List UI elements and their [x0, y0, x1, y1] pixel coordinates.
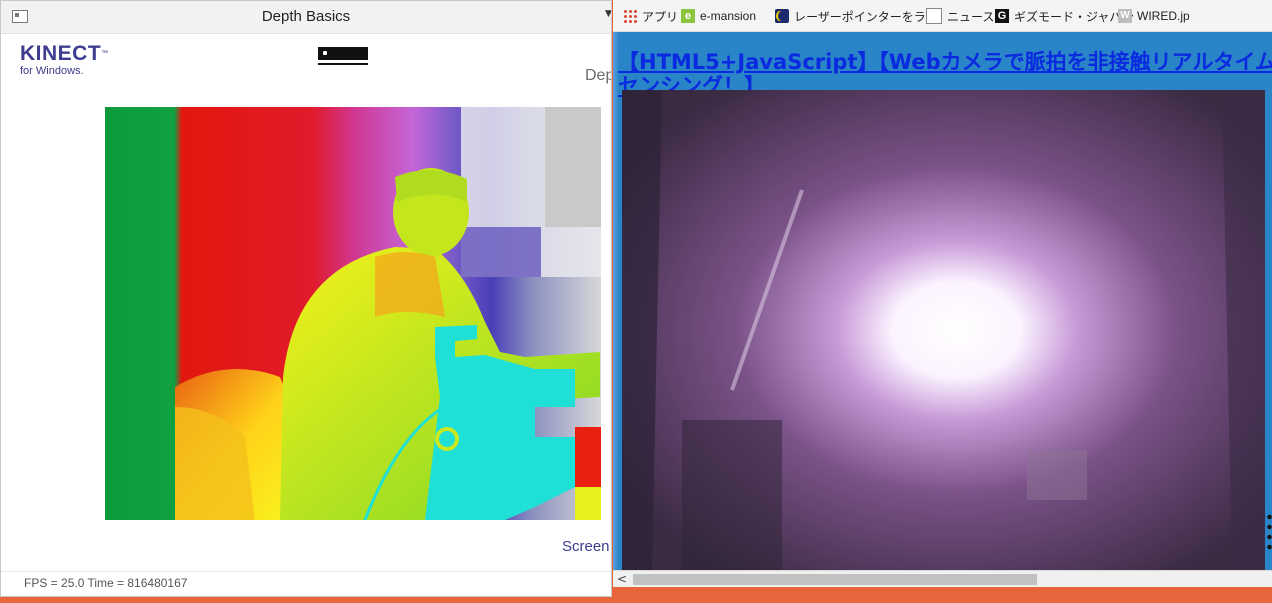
kinect-logo-tm: ™ — [101, 50, 109, 57]
bookmark-label: e-mansion — [700, 9, 757, 23]
horizontal-scrollbar[interactable]: < — [613, 570, 1272, 588]
scrollbar-thumb[interactable] — [633, 574, 1037, 585]
bookmark-wired[interactable]: W WIRED.jp — [1118, 8, 1190, 24]
bookmark-gizmodo[interactable]: G ギズモード・ジャパン — [995, 8, 1134, 24]
bookmark-apps[interactable]: アプリ — [623, 8, 678, 24]
apps-grid-icon — [623, 9, 637, 23]
news-icon — [926, 8, 942, 24]
window-title: Depth Basics — [261, 8, 351, 25]
kinect-logo-sub-tm: . — [80, 65, 84, 77]
status-text: FPS = 25.0 Time = 816480167 — [24, 576, 188, 590]
depth-basics-window: Depth Basics ▼ KINECT™ for Windows. Dep — [0, 0, 612, 597]
moon-icon — [775, 9, 789, 23]
wired-icon: W — [1118, 9, 1132, 23]
scroll-indicator — [1267, 512, 1272, 552]
scroll-left-arrow-icon[interactable]: < — [617, 572, 627, 586]
bookmark-label: WIRED.jp — [1137, 9, 1190, 23]
window-frame-bottom — [613, 587, 1272, 597]
screenshot-button[interactable]: Screen — [562, 538, 610, 555]
article-title-link[interactable]: 【HTML5+JavaScript】【Webカメラで脈拍を非接触リアルタイム・ — [618, 50, 1272, 74]
title-bar[interactable]: Depth Basics ▼ — [1, 1, 611, 34]
bookmark-label: ギズモード・ジャパン — [1014, 9, 1135, 24]
webcam-video — [622, 90, 1265, 570]
kinect-logo-subtitle: for Windows — [20, 65, 81, 77]
bookmark-label: アプリ — [642, 9, 679, 24]
browser-window: アプリ e e-mansion レーザーポインターをラ… ニュース G ギズモー… — [613, 0, 1272, 597]
bookmark-laser-pointer[interactable]: レーザーポインターをラ… — [775, 8, 938, 24]
window-menu-arrow-icon[interactable]: ▼ — [605, 9, 611, 19]
bookmark-label: ニュース — [947, 9, 995, 24]
kinect-logo: KINECT™ for Windows. — [20, 42, 109, 78]
kinect-sensor-icon — [318, 47, 368, 67]
bookmark-e-mansion[interactable]: e e-mansion — [681, 8, 756, 24]
bookmark-news[interactable]: ニュース — [926, 8, 994, 24]
bookmarks-bar: アプリ e e-mansion レーザーポインターをラ… ニュース G ギズモー… — [613, 0, 1272, 32]
status-bar: FPS = 25.0 Time = 816480167 — [1, 571, 611, 596]
depth-heading-partial: Dep — [585, 67, 612, 84]
depth-image — [105, 107, 601, 520]
gizmodo-icon: G — [995, 9, 1009, 23]
e-mansion-icon: e — [681, 9, 695, 23]
kinect-logo-word: KINECT — [20, 42, 102, 65]
bookmark-label: レーザーポインターをラ… — [794, 9, 938, 24]
